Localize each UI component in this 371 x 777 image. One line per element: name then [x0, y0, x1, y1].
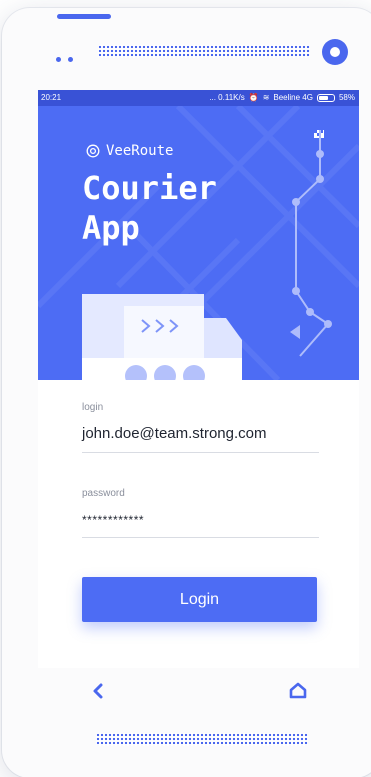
- finish-flag-icon: [314, 130, 324, 150]
- chevron-left-icon[interactable]: [88, 680, 110, 702]
- status-bar: 20:21 ... 0.11K/s ⏰ ≋ Beeline 4G 58%: [38, 90, 359, 106]
- app-title: Courier App: [82, 168, 217, 248]
- brand-name: VeeRoute: [106, 143, 174, 159]
- alarm-icon: ⏰: [248, 93, 259, 102]
- battery-icon: [316, 93, 335, 102]
- sensor-dots: [56, 57, 76, 63]
- carrier: Beeline 4G: [273, 93, 313, 102]
- password-field[interactable]: password ************: [82, 488, 319, 538]
- network-speed: ... 0.11K/s: [209, 93, 245, 102]
- login-underline: [82, 452, 319, 453]
- login-input[interactable]: john.doe@team.strong.com: [82, 425, 319, 442]
- login-button[interactable]: Login: [82, 577, 317, 622]
- bottom-speaker-grille: [96, 733, 308, 746]
- phone-screen: 20:21 ... 0.11K/s ⏰ ≋ Beeline 4G 58% Vee…: [38, 90, 359, 668]
- login-label: login: [82, 402, 104, 413]
- app-title-line1: Courier: [82, 169, 217, 207]
- app-title-line2: App: [82, 209, 140, 247]
- battery-percent: 58%: [338, 93, 355, 102]
- status-time: 20:21: [41, 93, 62, 102]
- login-field[interactable]: login john.doe@team.strong.com: [82, 402, 319, 453]
- password-underline: [82, 537, 319, 538]
- veeroute-logo-icon: [86, 144, 100, 158]
- side-button: [57, 14, 111, 19]
- password-label: password: [82, 488, 125, 499]
- wifi-icon: ≋: [262, 93, 270, 102]
- hero-banner: VeeRoute Courier App: [38, 106, 359, 380]
- delivery-truck-illustration: [82, 294, 242, 380]
- password-input[interactable]: ************: [82, 513, 319, 527]
- top-speaker-grille: [98, 45, 310, 58]
- home-icon[interactable]: [287, 680, 309, 702]
- camera-icon: [322, 39, 348, 65]
- brand-logo: VeeRoute: [86, 143, 173, 159]
